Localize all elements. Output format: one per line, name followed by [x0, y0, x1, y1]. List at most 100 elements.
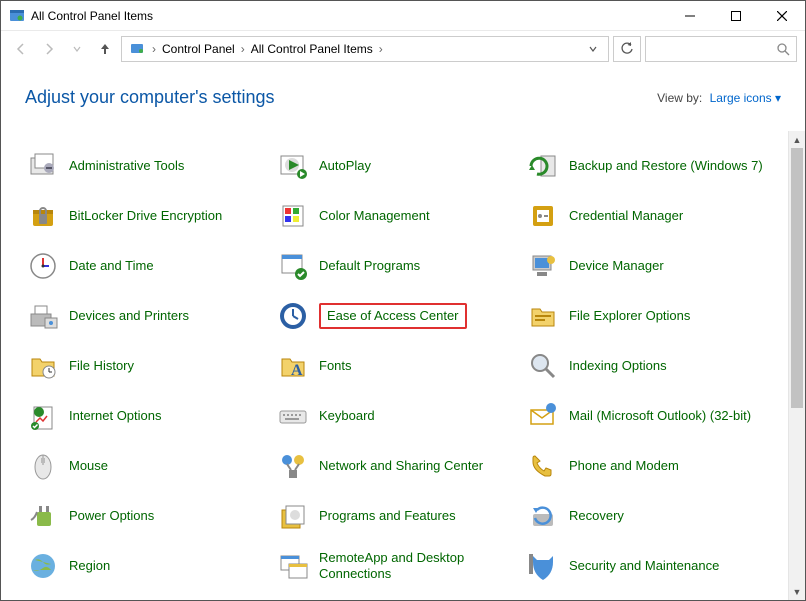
control-panel-item[interactable]: BitLocker Drive Encryption — [21, 191, 271, 241]
search-input[interactable] — [645, 36, 797, 62]
breadcrumb[interactable]: › Control Panel › All Control Panel Item… — [121, 36, 609, 62]
control-panel-item[interactable]: Mouse — [21, 441, 271, 491]
control-panel-item[interactable]: Security and Maintenance — [521, 541, 771, 591]
item-label: Date and Time — [69, 258, 154, 274]
item-label: Devices and Printers — [69, 308, 189, 324]
control-panel-item[interactable]: Keyboard — [271, 391, 521, 441]
address-bar: › Control Panel › All Control Panel Item… — [1, 31, 805, 67]
item-label: Backup and Restore (Windows 7) — [569, 158, 763, 174]
scroll-down-button[interactable]: ▼ — [789, 583, 805, 600]
phone-icon — [527, 450, 559, 482]
window-icon — [9, 8, 25, 24]
view-by-label: View by: — [657, 91, 702, 105]
control-panel-item[interactable]: Devices and Printers — [21, 291, 271, 341]
content-wrap: Administrative Tools AutoPlay Backup and R… — [1, 131, 805, 600]
color-mgmt-icon — [277, 200, 309, 232]
back-button[interactable] — [9, 37, 33, 61]
svg-text:A: A — [291, 362, 303, 379]
breadcrumb-seg-all-items[interactable]: All Control Panel Items — [247, 37, 377, 61]
region-icon — [27, 550, 59, 582]
content-area: Administrative Tools AutoPlay Backup and R… — [1, 131, 788, 600]
window-title: All Control Panel Items — [31, 9, 153, 23]
control-panel-item[interactable]: Internet Options — [21, 391, 271, 441]
control-panel-item[interactable]: Credential Manager — [521, 191, 771, 241]
item-label: File History — [69, 358, 134, 374]
chevron-right-icon[interactable]: › — [150, 42, 158, 56]
item-label: Mouse — [69, 458, 108, 474]
bitlocker-icon — [27, 200, 59, 232]
view-by-dropdown[interactable]: Large icons ▾ — [710, 91, 781, 105]
item-label: Default Programs — [319, 258, 420, 274]
breadcrumb-label: Control Panel — [162, 42, 235, 56]
network-icon — [277, 450, 309, 482]
item-label: Credential Manager — [569, 208, 683, 224]
view-by-value: Large icons — [710, 91, 772, 105]
item-label: File Explorer Options — [569, 308, 690, 324]
item-label: Power Options — [69, 508, 154, 524]
item-label: Phone and Modem — [569, 458, 679, 474]
internet-icon — [27, 400, 59, 432]
control-panel-item[interactable]: File History — [21, 341, 271, 391]
control-panel-item[interactable]: Ease of Access Center — [271, 291, 521, 341]
control-panel-item[interactable]: Mail (Microsoft Outlook) (32-bit) — [521, 391, 771, 441]
devices-printers-icon — [27, 300, 59, 332]
remoteapp-icon — [277, 550, 309, 582]
item-label: Administrative Tools — [69, 158, 184, 174]
breadcrumb-label: All Control Panel Items — [251, 42, 373, 56]
control-panel-item[interactable]: Phone and Modem — [521, 441, 771, 491]
page-title: Adjust your computer's settings — [25, 87, 275, 108]
scrollbar[interactable]: ▲ ▼ — [788, 131, 805, 600]
breadcrumb-seg-control-panel[interactable]: Control Panel — [158, 37, 239, 61]
device-mgr-icon — [527, 250, 559, 282]
breadcrumb-root-icon[interactable] — [126, 37, 150, 61]
up-button[interactable] — [93, 37, 117, 61]
control-panel-item[interactable]: RemoteApp and Desktop Connections — [271, 541, 521, 591]
keyboard-icon — [277, 400, 309, 432]
control-panel-item[interactable]: AFonts — [271, 341, 521, 391]
control-panel-item[interactable]: Device Manager — [521, 241, 771, 291]
close-button[interactable] — [759, 1, 805, 31]
chevron-right-icon[interactable]: › — [239, 42, 247, 56]
credential-icon — [527, 200, 559, 232]
control-panel-item[interactable]: Network and Sharing Center — [271, 441, 521, 491]
control-panel-item[interactable]: Indexing Options — [521, 341, 771, 391]
control-panel-item[interactable]: Color Management — [271, 191, 521, 241]
maximize-button[interactable] — [713, 1, 759, 31]
breadcrumb-dropdown[interactable] — [582, 44, 604, 54]
control-panel-item[interactable]: Region — [21, 541, 271, 591]
backup-icon — [527, 150, 559, 182]
mouse-icon — [27, 450, 59, 482]
control-panel-item[interactable]: Date and Time — [21, 241, 271, 291]
recovery-icon — [527, 500, 559, 532]
control-panel-item[interactable]: Backup and Restore (Windows 7) — [521, 141, 771, 191]
item-label: Color Management — [319, 208, 430, 224]
recent-dropdown[interactable] — [65, 37, 89, 61]
control-panel-item[interactable]: Power Options — [21, 491, 271, 541]
forward-button[interactable] — [37, 37, 61, 61]
mail-icon — [527, 400, 559, 432]
file-explorer-icon — [527, 300, 559, 332]
titlebar: All Control Panel Items — [1, 1, 805, 31]
scroll-thumb[interactable] — [791, 148, 803, 408]
chevron-right-icon[interactable]: › — [377, 42, 385, 56]
search-icon — [777, 43, 790, 56]
ease-access-icon — [277, 300, 309, 332]
minimize-button[interactable] — [667, 1, 713, 31]
control-panel-item[interactable]: AutoPlay — [271, 141, 521, 191]
admin-tools-icon — [27, 150, 59, 182]
control-panel-item[interactable]: Programs and Features — [271, 491, 521, 541]
control-panel-item[interactable]: Default Programs — [271, 241, 521, 291]
item-label: Ease of Access Center — [319, 303, 467, 329]
item-label: Network and Sharing Center — [319, 458, 483, 474]
item-label: BitLocker Drive Encryption — [69, 208, 222, 224]
window: All Control Panel Items › Control Panel … — [0, 0, 806, 601]
scroll-up-button[interactable]: ▲ — [789, 131, 805, 148]
control-panel-item[interactable]: Administrative Tools — [21, 141, 271, 191]
control-panel-item[interactable]: Recovery — [521, 491, 771, 541]
control-panel-item[interactable]: File Explorer Options — [521, 291, 771, 341]
item-label: Keyboard — [319, 408, 375, 424]
item-label: Security and Maintenance — [569, 558, 719, 574]
item-label: AutoPlay — [319, 158, 371, 174]
item-label: RemoteApp and Desktop Connections — [319, 550, 515, 581]
refresh-button[interactable] — [613, 36, 641, 62]
